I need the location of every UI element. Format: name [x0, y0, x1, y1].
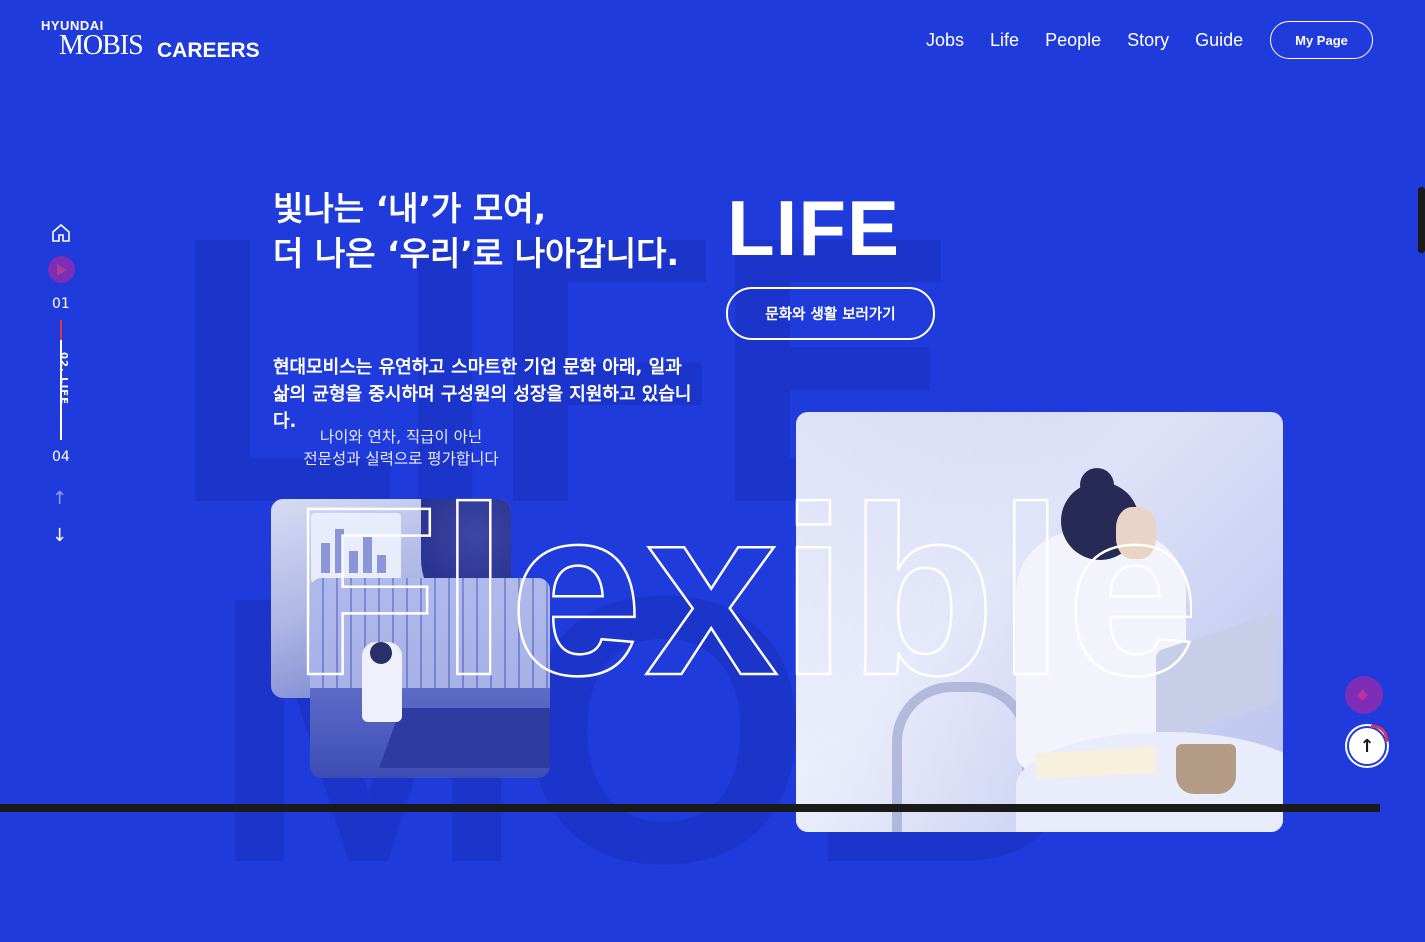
chatbot-icon[interactable]: ◆ — [1345, 676, 1383, 714]
subcopy-line-1: 나이와 연차, 직급이 아닌 — [319, 428, 483, 446]
woman-at-laptop-photo — [796, 412, 1283, 832]
hero-subcopy: 나이와 연차, 직급이 아닌 전문성과 실력으로 평가합니다 — [276, 426, 526, 470]
headline-line-1: 빛나는 ‘내’가 모여, — [273, 189, 547, 228]
hyundai-mobis-careers-logo[interactable]: HYUNDAI MOBIS CAREERS — [41, 18, 271, 66]
current-section-label: 02. LIFE — [58, 352, 69, 405]
section-navigator: 01 02. LIFE 04 ↑ ↓ — [48, 220, 78, 560]
nav-life[interactable]: Life — [990, 30, 1019, 51]
home-icon[interactable] — [50, 222, 72, 244]
nav-story[interactable]: Story — [1127, 30, 1169, 51]
hero-description: 현대모비스는 유연하고 스마트한 기업 문화 아래, 일과 삶의 균형을 중시하… — [273, 357, 692, 432]
section-end-number: 04 — [52, 449, 70, 465]
subcopy-line-2: 전문성과 실력으로 평가합니다 — [303, 450, 499, 468]
play-icon[interactable] — [48, 256, 75, 283]
arrow-down-icon[interactable]: ↓ — [52, 525, 67, 546]
main-nav: Jobs Life People Story Guide — [926, 30, 1269, 51]
section-start-number: 01 — [52, 296, 70, 312]
hero-headline: 빛나는 ‘내’가 모여, 더 나은 ‘우리’로 나아갑니다. — [273, 186, 693, 276]
vertical-scrollbar[interactable] — [1418, 187, 1425, 253]
nav-guide[interactable]: Guide — [1195, 30, 1243, 51]
arrow-up-icon[interactable]: ↑ — [52, 488, 67, 509]
scroll-to-top-button[interactable]: ↑ — [1347, 725, 1388, 766]
logo-mobis: MOBIS — [59, 30, 144, 61]
office-photo-small-2 — [310, 578, 550, 778]
mypage-button[interactable]: My Page — [1270, 21, 1373, 59]
nav-people[interactable]: People — [1045, 30, 1101, 51]
culture-cta-button[interactable]: 문화와 생활 보러가기 — [726, 287, 935, 340]
headline-line-2: 더 나은 ‘우리’로 나아갑니다. — [273, 234, 680, 273]
nav-jobs[interactable]: Jobs — [926, 30, 964, 51]
logo-careers: CAREERS — [157, 39, 260, 62]
horizontal-scrollbar[interactable] — [0, 804, 1380, 812]
section-title: LIFE — [727, 184, 900, 272]
